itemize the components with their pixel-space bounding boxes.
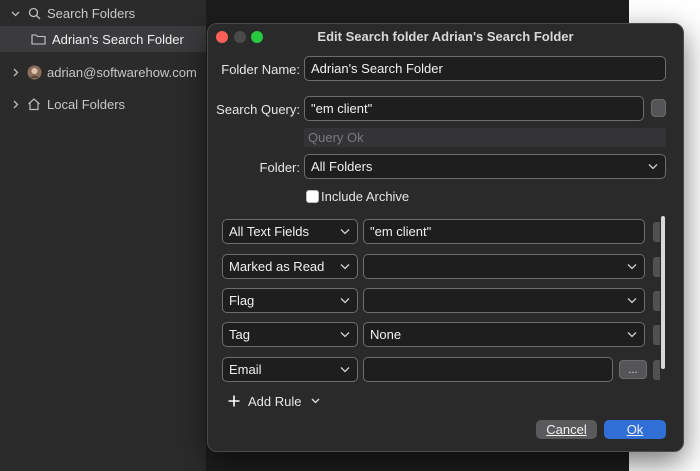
ok-button[interactable]: Ok [604, 420, 666, 439]
plus-icon [228, 395, 240, 407]
rule-value-input[interactable]: "em client" [363, 219, 645, 244]
rule-value: None [370, 327, 402, 342]
rule-remove-button[interactable] [653, 360, 660, 380]
chevron-down-icon[interactable] [10, 8, 20, 18]
sidebar-item-local-folders[interactable]: Local Folders [0, 91, 206, 117]
dialog-titlebar[interactable]: Edit Search folder Adrian's Search Folde… [208, 24, 683, 50]
rules-scrollbar[interactable] [661, 216, 665, 369]
rule-remove-button[interactable] [653, 291, 660, 311]
chevron-down-icon [339, 296, 351, 306]
ok-button-label: Ok [626, 422, 644, 437]
avatar [26, 64, 42, 80]
folder-select[interactable]: All Folders [304, 154, 666, 179]
search-query-options-button[interactable] [651, 99, 666, 117]
sidebar-item-label: adrian@softwarehow.com [47, 64, 197, 80]
add-rule-button[interactable]: Add Rule [228, 392, 320, 410]
rule-value-input[interactable] [363, 357, 613, 382]
chevron-down-icon [339, 227, 351, 237]
rule-field-select[interactable]: All Text Fields [222, 219, 358, 244]
home-icon [26, 96, 42, 112]
rule-field-select[interactable]: Email [222, 357, 358, 382]
rule-remove-button[interactable] [653, 222, 660, 242]
rule-field-select[interactable]: Tag [222, 322, 358, 347]
rule-field-value: Email [229, 362, 262, 377]
chevron-down-icon [647, 162, 659, 172]
rule-field-select[interactable]: Marked as Read [222, 254, 358, 279]
folder-label: Folder: [259, 160, 300, 175]
rule-value-select[interactable] [363, 288, 645, 313]
edit-search-folder-dialog: Edit Search folder Adrian's Search Folde… [207, 23, 684, 452]
sidebar-item-account[interactable]: adrian@softwarehow.com [0, 59, 206, 85]
rule-field-value: Marked as Read [229, 259, 325, 274]
rule-remove-button[interactable] [653, 257, 660, 277]
sidebar-item-label: Adrian's Search Folder [52, 31, 184, 47]
chevron-down-icon [626, 262, 638, 272]
chevron-down-icon [339, 330, 351, 340]
sidebar-item-label: Search Folders [47, 5, 136, 21]
chevron-down-icon [339, 365, 351, 375]
search-query-input[interactable]: "em client" [304, 96, 644, 121]
sidebar-item-adrians-search-folder[interactable]: Adrian's Search Folder [0, 26, 206, 52]
folder-icon [30, 31, 46, 47]
chevron-down-icon [626, 296, 638, 306]
folder-name-input[interactable]: Adrian's Search Folder [304, 56, 666, 81]
query-status: Query Ok [304, 128, 666, 147]
cancel-button-label: Cancel [546, 422, 587, 437]
rule-field-value: Tag [229, 327, 250, 342]
include-archive-label: Include Archive [321, 189, 410, 204]
sidebar: Search Folders Adrian's Search Folder ad… [0, 0, 206, 471]
dialog-title: Edit Search folder Adrian's Search Folde… [317, 29, 574, 44]
cancel-button[interactable]: Cancel [536, 420, 597, 439]
search-query-label: Search Query: [216, 102, 300, 117]
folder-select-value: All Folders [311, 159, 373, 174]
chevron-right-icon[interactable] [10, 99, 20, 109]
rule-field-value: Flag [229, 293, 255, 308]
rule-value-select[interactable] [363, 254, 645, 279]
folder-name-label: Folder Name: [221, 62, 300, 77]
chevron-down-icon [626, 330, 638, 340]
rule-value-select[interactable]: None [363, 322, 645, 347]
rule-field-value: All Text Fields [229, 224, 309, 239]
rule-remove-button[interactable] [653, 325, 660, 345]
chevron-down-icon [311, 398, 320, 404]
add-rule-label: Add Rule [248, 393, 302, 409]
include-archive-checkbox[interactable] [306, 190, 319, 203]
search-icon [26, 5, 42, 21]
chevron-down-icon [339, 262, 351, 272]
chevron-right-icon[interactable] [10, 67, 20, 77]
browse-button[interactable]: ... [619, 360, 647, 379]
sidebar-item-search-folders[interactable]: Search Folders [0, 0, 206, 26]
sidebar-item-label: Local Folders [47, 96, 126, 112]
rule-field-select[interactable]: Flag [222, 288, 358, 313]
